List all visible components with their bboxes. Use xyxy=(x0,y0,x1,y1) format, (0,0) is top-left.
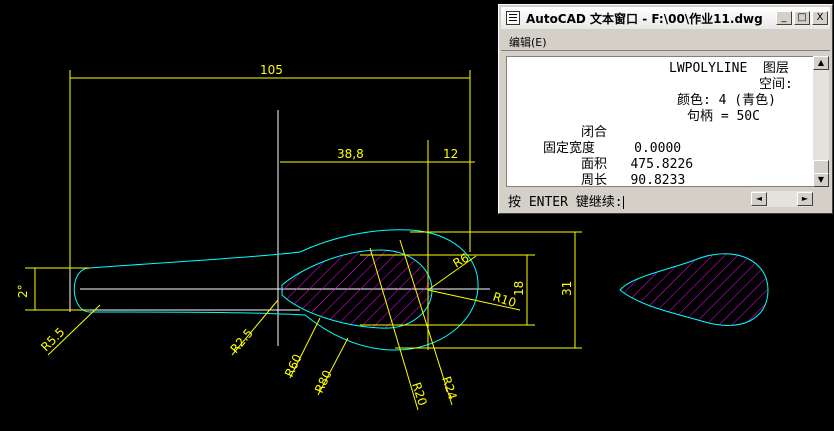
scroll-right-arrow-icon[interactable]: ► xyxy=(797,192,813,206)
window-title: AutoCAD 文本窗口 - F:\00\作业11.dwg xyxy=(526,11,763,26)
command-input[interactable]: 按 ENTER 键继续: xyxy=(508,191,624,210)
dim-38-8: 38,8 xyxy=(337,147,364,161)
close-button[interactable]: X xyxy=(812,11,828,25)
scroll-left-arrow-icon[interactable]: ◄ xyxy=(751,192,767,206)
autocad-text-window[interactable]: AutoCAD 文本窗口 - F:\00\作业11.dwg _ □ X 编辑(E… xyxy=(498,4,833,214)
horizontal-scrollbar[interactable]: ◄ ► xyxy=(751,191,813,207)
app-window-icon[interactable] xyxy=(506,11,520,25)
spoon-bowl-hatch[interactable] xyxy=(281,249,433,329)
menu-item-edit[interactable]: 编辑(E) xyxy=(509,34,547,50)
minimize-button[interactable]: _ xyxy=(776,11,792,25)
output-line: 空间: xyxy=(759,77,793,92)
dim-r2-5: R2.5 xyxy=(228,326,256,356)
dim-2-deg: 2° xyxy=(16,284,30,298)
section-shape[interactable] xyxy=(619,253,769,326)
dim-18: 18 xyxy=(512,281,526,296)
reference-lines xyxy=(69,110,490,346)
maximize-button[interactable]: □ xyxy=(794,11,810,25)
dim-31: 31 xyxy=(560,281,574,296)
output-line: 面积 475.8226 xyxy=(581,157,694,172)
output-line: 固定宽度 0.0000 xyxy=(543,141,682,156)
command-row: 按 ENTER 键继续: ◄ ► xyxy=(506,188,829,210)
command-prompt: 按 ENTER 键继续: xyxy=(508,195,623,210)
output-line: 句柄 = 50C xyxy=(687,109,760,124)
vertical-scrollbar[interactable]: ▲ ▼ xyxy=(813,56,829,187)
dimension-texts: 105 38,8 12 2° 18 31 R5.5 R2.5 R60 R80 R… xyxy=(16,63,574,407)
text-output-area[interactable]: LWPOLYLINE 图层 空间: 颜色: 4 (青色) 句柄 = 50C 闭合… xyxy=(506,56,818,187)
scroll-down-arrow-icon[interactable]: ▼ xyxy=(813,173,829,187)
dim-r6: R6 xyxy=(451,250,472,270)
dim-105: 105 xyxy=(260,63,283,77)
dim-r20: R20 xyxy=(409,381,430,408)
output-line: 颜色: 4 (青色) xyxy=(677,93,776,108)
scroll-up-arrow-icon[interactable]: ▲ xyxy=(813,56,829,70)
dim-r80: R80 xyxy=(312,368,335,395)
title-bar[interactable]: AutoCAD 文本窗口 - F:\00\作业11.dwg _ □ X xyxy=(501,7,830,29)
text-caret xyxy=(622,196,624,209)
output-line: 闭合 xyxy=(581,125,608,140)
menu-bar: 编辑(E) xyxy=(501,30,830,51)
output-line: 周长 90.8233 xyxy=(581,173,686,187)
dim-12: 12 xyxy=(443,147,458,161)
dim-r24: R24 xyxy=(439,375,460,402)
scrollbar-thumb[interactable] xyxy=(813,160,829,174)
output-line: LWPOLYLINE 图层 xyxy=(669,61,789,76)
